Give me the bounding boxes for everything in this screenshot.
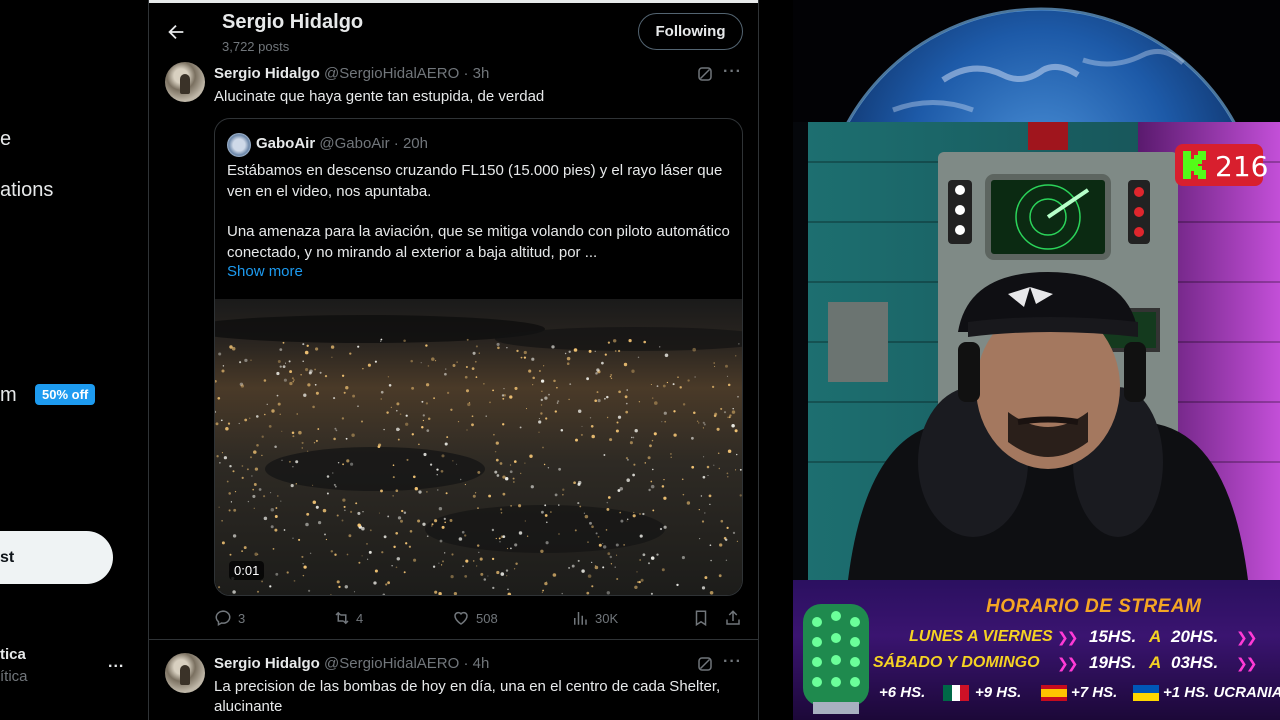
tweet[interactable]: Sergio Hidalgo @SergioHidalAERO · 3h ···… (149, 56, 758, 640)
following-button[interactable]: Following (638, 13, 743, 50)
quoted-avatar[interactable] (227, 133, 251, 157)
video-timestamp: 0:01 (229, 561, 265, 580)
share-icon (726, 610, 740, 625)
quoted-paragraph-2: Una amenaza para la aviación, que se mit… (227, 223, 730, 261)
profile-name: Sergio Hidalgo (222, 11, 364, 33)
schedule-title: HORARIO DE STREAM (986, 596, 1202, 617)
kick-viewer-badge: 216 (1175, 144, 1268, 186)
nav-item-partial-1[interactable]: e (0, 128, 11, 151)
timezone-offset: +1 HS. UCRANIA (1163, 684, 1280, 701)
grok-icon[interactable] (696, 65, 714, 83)
mexico-flag-icon (943, 685, 969, 701)
video-frame-night-city (215, 299, 742, 595)
webcam-feed: 216 (808, 122, 1280, 580)
viewer-count: 216 (1215, 150, 1269, 183)
earth-image (793, 0, 1280, 122)
streamer-webcam-image (808, 122, 1280, 580)
back-arrow-icon[interactable] (165, 21, 187, 43)
tweet-author-name[interactable]: Sergio Hidalgo (214, 65, 320, 82)
show-more-link[interactable]: Show more (227, 263, 303, 280)
post-button-label: st (0, 549, 15, 566)
schedule-weekend: SÁBADO Y DOMINGO (873, 654, 1040, 671)
nav-item-notifications[interactable]: ations (0, 179, 53, 202)
ukraine-flag-icon (1133, 685, 1159, 701)
reply-icon (215, 610, 231, 627)
quoted-author-name[interactable]: GaboAir (256, 135, 315, 152)
weekend-separator: A (1149, 653, 1162, 672)
like-count: 508 (476, 611, 498, 626)
repost-icon (335, 611, 349, 625)
timezone-offset: +7 HS. (1071, 684, 1118, 701)
tweet-text: Alucinate que haya gente tan estupida, d… (214, 88, 545, 105)
quoted-header: GaboAir @GaboAir · 20h (256, 135, 428, 152)
account-handle[interactable]: ítica (0, 668, 28, 685)
post-button[interactable]: st (0, 531, 113, 584)
grok-icon[interactable] (696, 655, 714, 673)
weekend-end-time: 03HS. (1171, 653, 1219, 672)
nav-item-premium[interactable]: m (0, 384, 17, 407)
weekday-end-time: 20HS. (1171, 627, 1219, 646)
avatar[interactable] (165, 653, 205, 693)
chevrons-icon: ❯❯ (1236, 629, 1258, 645)
kick-logo-icon (1183, 151, 1206, 179)
stream-overlay: 216 HORARIO DE STREAM LUNES A VIERNES ❯❯… (793, 0, 1280, 720)
account-name[interactable]: tica (0, 646, 26, 663)
analytics-icon (574, 612, 587, 625)
avatar[interactable] (165, 62, 205, 102)
tweet[interactable]: Sergio Hidalgo @SergioHidalAERO · 4h ···… (149, 641, 758, 720)
chevrons-icon: ❯❯ (1057, 655, 1079, 671)
tweet-header: Sergio Hidalgo @SergioHidalAERO · 4h (214, 655, 489, 672)
heart-icon (454, 611, 468, 625)
spain-flag-icon (1041, 685, 1067, 701)
stream-schedule-banner: HORARIO DE STREAM LUNES A VIERNES ❯❯ 15H… (793, 580, 1280, 720)
more-options-icon[interactable]: ··· (723, 653, 742, 671)
more-options-icon[interactable]: ··· (723, 63, 742, 81)
tweet-actions: 3 4 508 30K (214, 608, 744, 628)
repost-count: 4 (356, 611, 364, 626)
account-more-icon[interactable]: ... (108, 654, 124, 672)
chevrons-icon: ❯❯ (1057, 629, 1079, 645)
profile-post-count: 3,722 posts (222, 39, 290, 54)
timezone-offset: +9 HS. (975, 684, 1022, 701)
tweet-author-name[interactable]: Sergio Hidalgo (214, 655, 320, 672)
view-count: 30K (595, 611, 619, 626)
profile-header: Sergio Hidalgo 3,722 posts Following (149, 0, 758, 56)
earth-graphic (793, 0, 1280, 122)
tweet-header: Sergio Hidalgo @SergioHidalAERO · 3h (214, 65, 489, 82)
quoted-tweet[interactable]: GaboAir @GaboAir · 20h Estábamos en desc… (214, 118, 743, 596)
tweet-author-handle[interactable]: @SergioHidalAERO · 4h (324, 655, 489, 672)
premium-discount-badge: 50% off (35, 384, 96, 405)
quoted-paragraph-1: Estábamos en descenso cruzando FL150 (15… (227, 162, 723, 200)
side-navigation: e ations m 50% off st tica ítica ... (0, 0, 149, 720)
schedule-weekdays: LUNES A VIERNES (909, 628, 1053, 645)
weekday-start-time: 15HS. (1089, 627, 1137, 646)
timeline-column: Sergio Hidalgo 3,722 posts Following Ser… (149, 0, 759, 720)
tweet-author-handle[interactable]: @SergioHidalAERO · 3h (324, 65, 489, 82)
weekday-separator: A (1149, 627, 1162, 646)
weekend-start-time: 19HS. (1089, 653, 1137, 672)
cactus-mascot-icon (803, 604, 869, 714)
bookmark-icon (695, 610, 707, 627)
reply-count: 3 (238, 611, 246, 626)
video-player[interactable]: 0:01 (215, 299, 742, 595)
quoted-author-handle[interactable]: @GaboAir · 20h (319, 135, 428, 152)
tweet-text: La precision de las bombas de hoy en día… (214, 678, 721, 715)
chevrons-icon: ❯❯ (1236, 655, 1258, 671)
timezone-offset: +6 HS. (879, 684, 926, 701)
